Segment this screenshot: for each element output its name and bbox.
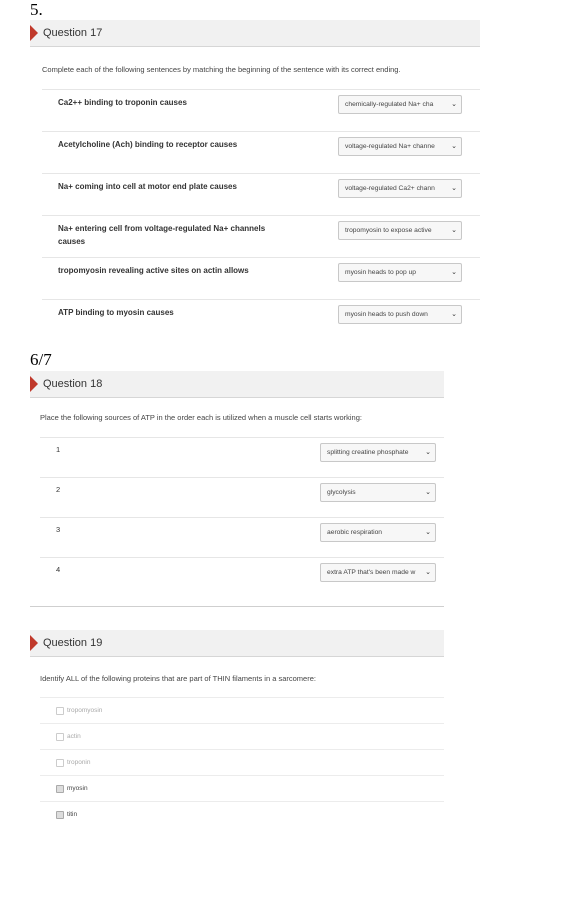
answer-option[interactable]: tropomyosin <box>40 697 444 724</box>
checkbox-icon[interactable] <box>56 707 64 715</box>
section-divider <box>30 606 444 607</box>
matching-row: tropomyosin revealing active sites on ac… <box>42 257 480 300</box>
score-annotation: 6/7 <box>30 350 52 369</box>
ordering-row: 3 aerobic respiration ⌄ <box>40 517 444 558</box>
question-prompt: Identify ALL of the following proteins t… <box>40 674 316 683</box>
question-prompt: Place the following sources of ATP in th… <box>40 413 362 422</box>
chevron-down-icon: ⌄ <box>451 143 457 150</box>
question-19-header: Question 19 <box>30 630 444 657</box>
answer-option[interactable]: troponin <box>40 749 444 776</box>
question-title: Question 17 <box>43 27 103 39</box>
chevron-down-icon: ⌄ <box>451 227 457 234</box>
matching-row-label: Na+ coming into cell at motor end plate … <box>58 182 237 191</box>
ordering-row: 2 glycolysis ⌄ <box>40 477 444 518</box>
question-flag-icon <box>30 25 38 41</box>
matching-row: Na+ entering cell from voltage-regulated… <box>42 215 480 258</box>
matching-row: Ca2++ binding to troponin causes chemica… <box>42 89 480 132</box>
answer-option[interactable]: titin <box>40 801 444 828</box>
chevron-down-icon: ⌄ <box>451 311 457 318</box>
matching-row-label: ATP binding to myosin causes <box>58 308 174 317</box>
matching-row-label: Acetylcholine (Ach) binding to receptor … <box>58 140 238 149</box>
option-label: titin <box>67 811 78 818</box>
option-label: actin <box>67 733 81 740</box>
chevron-down-icon: ⌄ <box>425 529 431 536</box>
chevron-down-icon: ⌄ <box>451 185 457 192</box>
checkbox-icon[interactable] <box>56 785 64 793</box>
option-label: troponin <box>67 759 91 766</box>
question-17-header: Question 17 <box>30 20 480 47</box>
question-prompt: Complete each of the following sentences… <box>42 65 401 74</box>
question-title: Question 18 <box>43 378 103 390</box>
chevron-down-icon: ⌄ <box>451 101 457 108</box>
order-dropdown[interactable]: splitting creatine phosphate ⌄ <box>320 443 436 462</box>
option-label: myosin <box>67 785 88 792</box>
chevron-down-icon: ⌄ <box>425 449 431 456</box>
matching-row: Acetylcholine (Ach) binding to receptor … <box>42 131 480 174</box>
question-18-header: Question 18 <box>30 371 444 398</box>
option-label: tropomyosin <box>67 707 103 714</box>
matching-row-label: Ca2++ binding to troponin causes <box>58 98 187 107</box>
order-number: 1 <box>56 445 61 454</box>
checkbox-icon[interactable] <box>56 733 64 741</box>
order-number: 2 <box>56 485 61 494</box>
match-dropdown[interactable]: myosin heads to pop up ⌄ <box>338 263 462 282</box>
match-dropdown[interactable]: chemically-regulated Na+ cha ⌄ <box>338 95 462 114</box>
checkbox-icon[interactable] <box>56 759 64 767</box>
order-number: 4 <box>56 565 61 574</box>
question-flag-icon <box>30 635 38 651</box>
matching-row-label: Na+ entering cell from voltage-regulated… <box>58 224 266 246</box>
question-title: Question 19 <box>43 637 103 649</box>
question-number-annotation: 5. <box>30 0 43 19</box>
ordering-row: 1 splitting creatine phosphate ⌄ <box>40 437 444 478</box>
matching-row-label: tropomyosin revealing active sites on ac… <box>58 266 249 275</box>
ordering-row: 4 extra ATP that's been made w ⌄ <box>40 557 444 598</box>
answer-option[interactable]: actin <box>40 723 444 750</box>
match-dropdown[interactable]: myosin heads to push down ⌄ <box>338 305 462 324</box>
checkbox-icon[interactable] <box>56 811 64 819</box>
matching-row: ATP binding to myosin causes myosin head… <box>42 299 480 342</box>
chevron-down-icon: ⌄ <box>451 269 457 276</box>
order-dropdown[interactable]: extra ATP that's been made w ⌄ <box>320 563 436 582</box>
match-dropdown[interactable]: voltage-regulated Ca2+ chann ⌄ <box>338 179 462 198</box>
answer-option[interactable]: myosin <box>40 775 444 802</box>
order-dropdown[interactable]: aerobic respiration ⌄ <box>320 523 436 542</box>
chevron-down-icon: ⌄ <box>425 489 431 496</box>
match-dropdown[interactable]: voltage-regulated Na+ channe ⌄ <box>338 137 462 156</box>
chevron-down-icon: ⌄ <box>425 569 431 576</box>
match-dropdown[interactable]: tropomyosin to expose active ⌄ <box>338 221 462 240</box>
order-dropdown[interactable]: glycolysis ⌄ <box>320 483 436 502</box>
matching-row: Na+ coming into cell at motor end plate … <box>42 173 480 216</box>
question-flag-icon <box>30 376 38 392</box>
order-number: 3 <box>56 525 61 534</box>
